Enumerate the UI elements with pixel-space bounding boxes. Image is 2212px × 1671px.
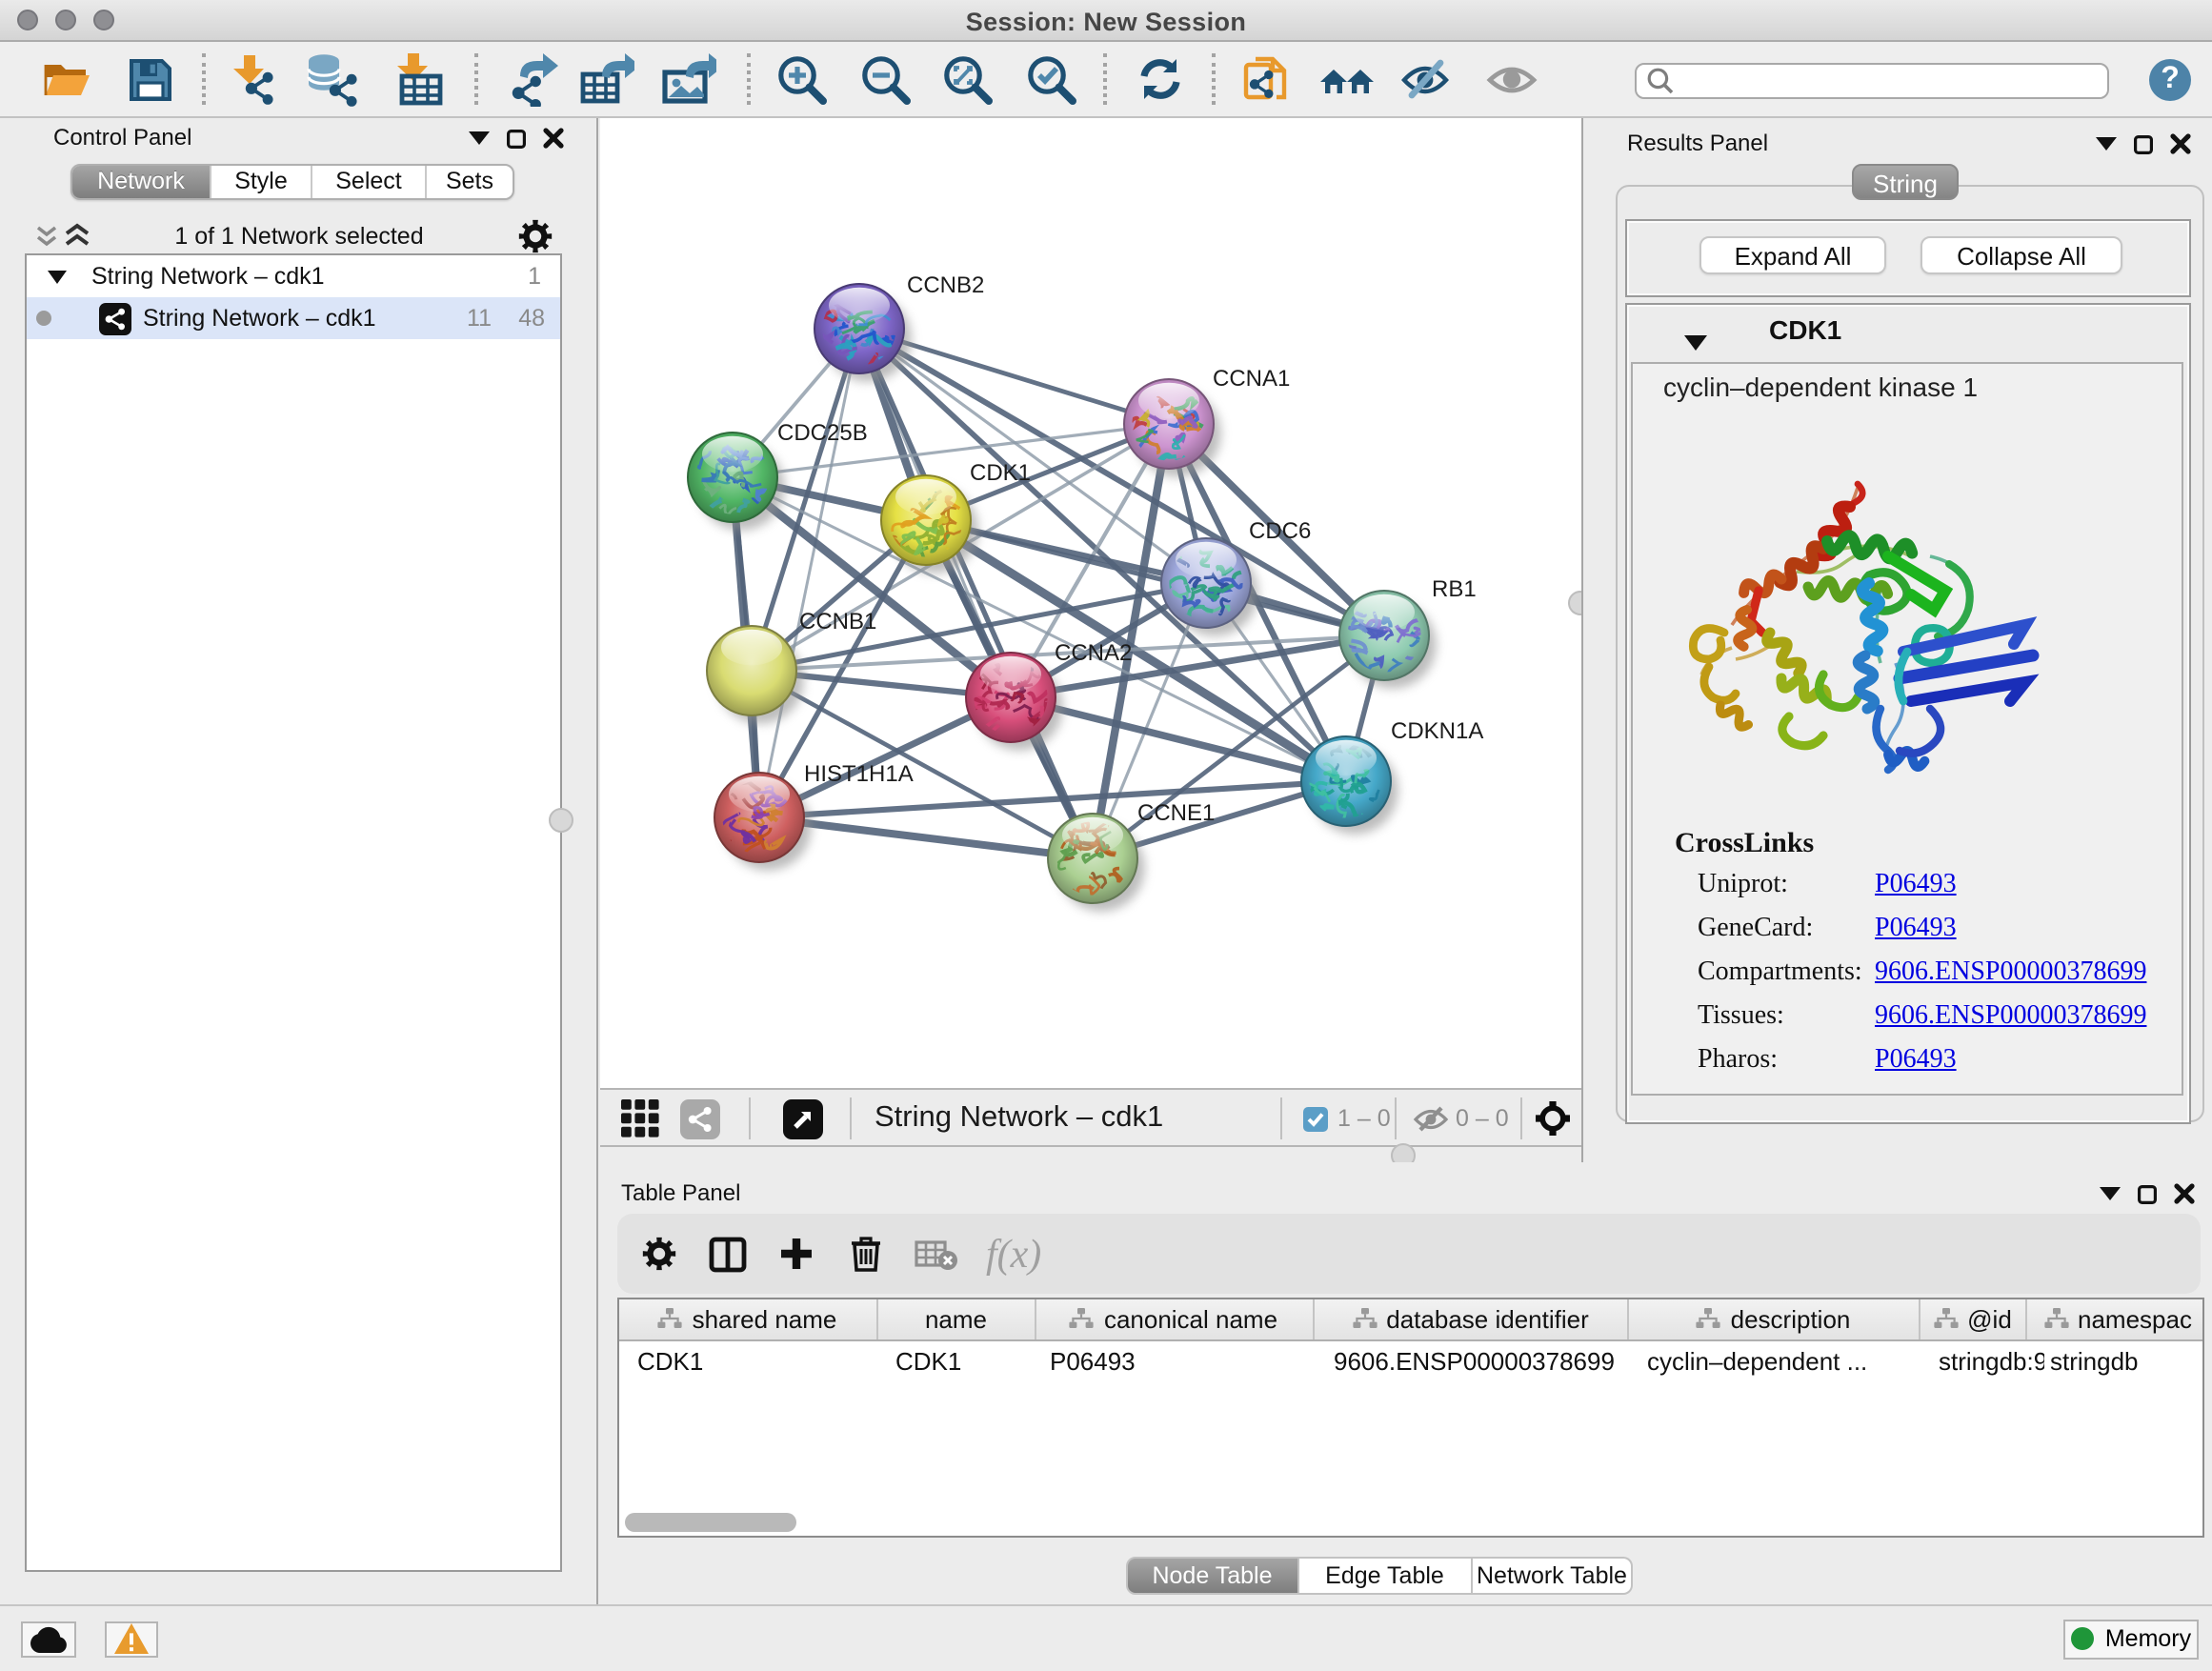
svg-text:CCNE1: CCNE1	[1137, 800, 1215, 826]
svg-text:RB1: RB1	[1432, 576, 1477, 602]
svg-text:CDC6: CDC6	[1249, 518, 1311, 544]
svg-text:CDKN1A: CDKN1A	[1391, 718, 1483, 744]
svg-text:HIST1H1A: HIST1H1A	[804, 761, 914, 787]
svg-text:CCNB1: CCNB1	[799, 609, 876, 634]
svg-text:CCNA2: CCNA2	[1055, 640, 1132, 666]
svg-text:CCNB2: CCNB2	[907, 272, 984, 298]
svg-text:CDK1: CDK1	[970, 460, 1031, 486]
svg-text:CCNA1: CCNA1	[1213, 366, 1290, 392]
svg-text:CDC25B: CDC25B	[777, 420, 868, 446]
